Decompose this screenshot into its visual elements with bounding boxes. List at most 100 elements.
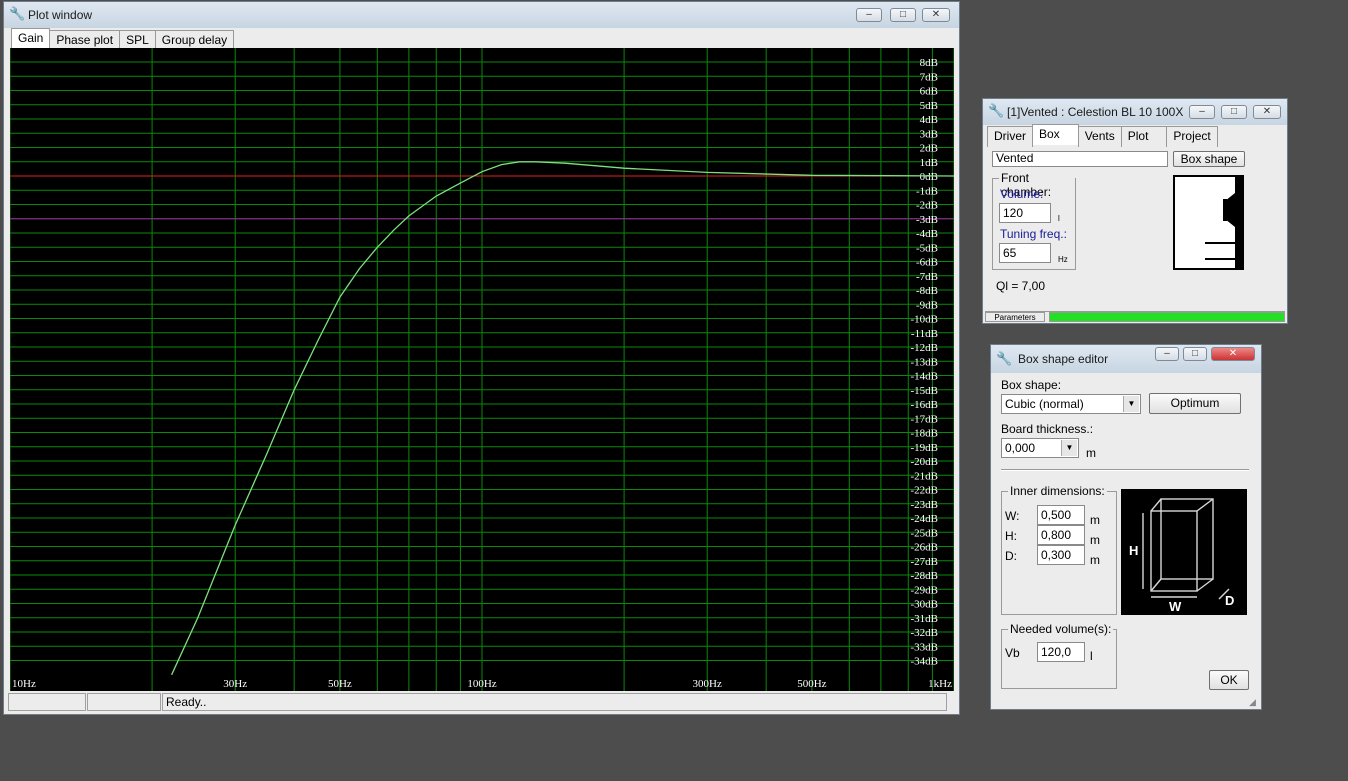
width-unit: m — [1090, 513, 1100, 527]
y-tick-label: -14dB — [911, 371, 939, 383]
y-tick-label: -3dB — [916, 214, 938, 226]
tuning-label: Tuning freq.: — [1000, 227, 1067, 241]
y-tick-label: -21dB — [911, 470, 939, 482]
box-shape-select[interactable]: Cubic (normal) ▼ — [1001, 394, 1141, 414]
y-tick-label: -16dB — [911, 399, 939, 411]
y-tick-label: -18dB — [911, 428, 939, 440]
app-icon: 🔧 — [9, 6, 26, 21]
tab-box[interactable]: Box — [1032, 124, 1079, 145]
box-shape-label: Box shape: — [1001, 378, 1062, 392]
y-tick-label: -9dB — [916, 299, 938, 311]
x-tick-label: 1kHz — [928, 678, 952, 690]
tab-project[interactable]: Project — [1166, 126, 1218, 147]
y-tick-label: -26dB — [911, 542, 939, 554]
y-tick-label: 2dB — [920, 143, 938, 155]
tab-gain[interactable]: Gain — [11, 28, 51, 49]
status-panel-2 — [87, 693, 161, 711]
close-button[interactable]: ✕ — [1211, 347, 1255, 361]
y-tick-label: -13dB — [911, 356, 939, 368]
y-tick-label: -32dB — [911, 627, 939, 639]
tuning-input[interactable]: 65 — [999, 243, 1051, 263]
y-tick-label: -34dB — [911, 656, 939, 668]
height-unit: m — [1090, 533, 1100, 547]
y-tick-label: -31dB — [911, 613, 939, 625]
tuning-unit: Hz — [1058, 255, 1068, 264]
vented-titlebar[interactable]: 🔧 [1]Vented : Celestion BL 10 100X – □ ✕ — [983, 99, 1287, 125]
y-tick-label: 8dB — [920, 57, 938, 69]
y-tick-label: 0dB — [920, 171, 938, 183]
board-thickness-value: 0,000 — [1005, 441, 1036, 455]
depth-input[interactable]: 0,300 — [1037, 545, 1085, 565]
y-tick-label: -8dB — [916, 285, 938, 297]
vented-window: 🔧 [1]Vented : Celestion BL 10 100X – □ ✕… — [982, 98, 1288, 324]
y-tick-label: -20dB — [911, 456, 939, 468]
app-icon: 🔧 — [996, 351, 1013, 366]
progress-fill — [1050, 313, 1284, 321]
y-tick-label: 5dB — [920, 100, 938, 112]
h-label: H — [1129, 543, 1138, 558]
separator — [1001, 469, 1249, 471]
x-tick-label: 300Hz — [693, 678, 722, 690]
minimize-button[interactable]: – — [1189, 105, 1215, 119]
close-button[interactable]: ✕ — [1253, 105, 1281, 119]
w-label: W — [1169, 599, 1182, 614]
y-tick-label: -27dB — [911, 556, 939, 568]
box-diagram — [1173, 175, 1244, 270]
y-tick-label: -12dB — [911, 342, 939, 354]
maximize-button[interactable]: □ — [1221, 105, 1247, 119]
editor-titlebar[interactable]: 🔧 Box shape editor – □ ✕ — [991, 345, 1261, 373]
width-label: W: — [1005, 509, 1020, 523]
board-thickness-unit: m — [1086, 446, 1096, 460]
box-type-field[interactable]: Vented — [992, 151, 1168, 167]
y-tick-label: -24dB — [911, 513, 939, 525]
board-thickness-select[interactable]: 0,000 ▼ — [1001, 438, 1079, 458]
y-tick-label: -23dB — [911, 499, 939, 511]
progress-bar — [1049, 312, 1285, 322]
vb-label: Vb — [1005, 646, 1020, 660]
y-tick-label: -28dB — [911, 570, 939, 582]
y-tick-label: 6dB — [920, 86, 938, 98]
y-tick-label: -4dB — [916, 228, 938, 240]
close-button[interactable]: ✕ — [922, 8, 950, 22]
box-3d-diagram: H W D — [1121, 489, 1247, 615]
y-tick-label: -17dB — [911, 413, 939, 425]
maximize-button[interactable]: □ — [890, 8, 916, 22]
optimum-button[interactable]: Optimum — [1149, 393, 1241, 414]
tab-driver[interactable]: Driver — [987, 126, 1033, 147]
volume-input[interactable]: 120 — [999, 203, 1051, 223]
board-thickness-label: Board thickness.: — [1001, 422, 1094, 436]
parameters-tab[interactable]: Parameters — [985, 312, 1045, 322]
vb-unit: l — [1090, 649, 1093, 663]
resize-grip[interactable]: ◢ — [1249, 697, 1259, 707]
y-tick-label: -19dB — [911, 442, 939, 454]
tab-plot[interactable]: Plot — [1120, 126, 1168, 147]
plot-window-titlebar[interactable]: 🔧 Plot window – □ ✕ — [4, 2, 959, 28]
chevron-down-icon[interactable]: ▼ — [1123, 396, 1139, 412]
x-tick-label: 50Hz — [328, 678, 352, 690]
depth-label: D: — [1005, 549, 1017, 563]
width-input[interactable]: 0,500 — [1037, 505, 1085, 525]
app-icon: 🔧 — [988, 103, 1005, 118]
y-tick-label: -25dB — [911, 527, 939, 539]
vented-title: [1]Vented : Celestion BL 10 100X — [1007, 105, 1184, 119]
vented-status-bar: Parameters — [985, 311, 1285, 323]
maximize-button[interactable]: □ — [1183, 347, 1207, 361]
x-tick-label: 30Hz — [223, 678, 247, 690]
vented-tabs: Driver Box Vents Plot Project — [987, 124, 1218, 147]
y-tick-label: -2dB — [916, 200, 938, 212]
tab-vents[interactable]: Vents — [1077, 126, 1122, 147]
ok-button[interactable]: OK — [1209, 670, 1249, 690]
plot-area[interactable]: 8dB 7dB 6dB 5dB 4dB 3dB 2dB 1dB 0dB -1dB -2dB -3dB -… — [10, 48, 954, 691]
plot-window: 🔧 Plot window – □ ✕ Gain Phase plot SPL … — [3, 1, 960, 715]
vb-input[interactable]: 120,0 — [1037, 642, 1085, 662]
status-bar: Ready.. — [8, 693, 956, 711]
minimize-button[interactable]: – — [1155, 347, 1179, 361]
y-tick-label: 3dB — [920, 128, 938, 140]
y-tick-label: -22dB — [911, 485, 939, 497]
chevron-down-icon[interactable]: ▼ — [1061, 440, 1077, 456]
box-shape-button[interactable]: Box shape — [1173, 151, 1245, 167]
height-input[interactable]: 0,800 — [1037, 525, 1085, 545]
minimize-button[interactable]: – — [856, 8, 882, 22]
x-tick-label: 100Hz — [467, 678, 496, 690]
y-tick-label: 4dB — [920, 114, 938, 126]
